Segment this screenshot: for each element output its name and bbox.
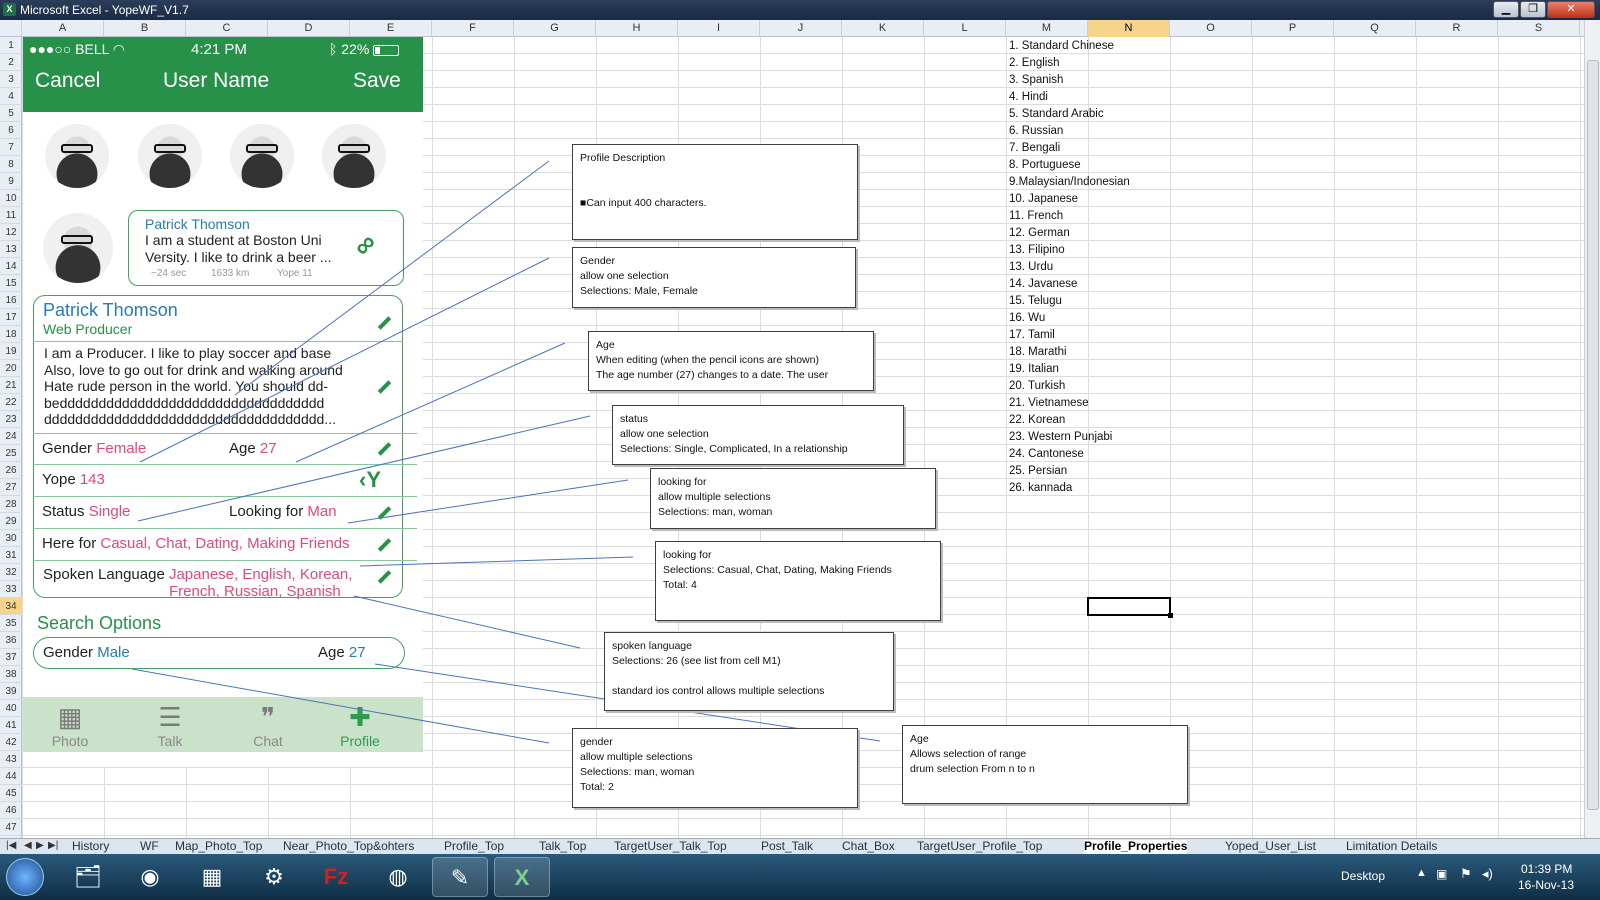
firefox-icon[interactable]: ◍ xyxy=(370,857,426,897)
note-profile-description: Profile Description ■Can input 400 charac… xyxy=(572,144,858,240)
excel-taskbar-icon[interactable]: X xyxy=(494,857,550,897)
sheet-tab[interactable]: Post_Talk xyxy=(761,840,813,854)
note-line: Gender xyxy=(580,255,616,267)
note-line: spoken language xyxy=(612,640,692,652)
chrome-icon[interactable]: ◉ xyxy=(122,857,178,897)
vertical-scrollbar[interactable] xyxy=(1584,20,1600,838)
note-line: status xyxy=(620,413,649,425)
note-spoken-language: spoken language Selections: 26 (see list … xyxy=(604,632,894,711)
note-line: Selections: man, woman xyxy=(658,506,773,518)
note-line: Total: 2 xyxy=(580,781,614,793)
note-age: Age When editing (when the pencil icons a… xyxy=(588,331,874,391)
connector-gender xyxy=(139,257,550,463)
sheet-tab[interactable]: WF xyxy=(140,840,159,854)
mockup-app-icon[interactable]: ✎ xyxy=(432,857,488,897)
note-line: allow multiple selections xyxy=(658,491,771,503)
note-here-for: looking for Selections: Casual, Chat, Dat… xyxy=(655,541,941,621)
tray-arrow-icon[interactable]: ▲ xyxy=(1416,867,1427,879)
note-line: The age number (27) changes to a date. T… xyxy=(596,369,829,381)
volume-icon[interactable]: ◂) xyxy=(1482,866,1493,882)
note-line: looking for xyxy=(663,549,712,561)
sheet-tab[interactable]: TargetUser_Talk_Top xyxy=(614,840,727,854)
note-line: allow multiple selections xyxy=(580,751,693,763)
note-line: Selections: Single, Complicated, In a re… xyxy=(620,443,848,455)
sheet-tab[interactable]: Profile_Top xyxy=(444,840,504,854)
scroll-thumb[interactable] xyxy=(1587,60,1599,810)
note-line: Age xyxy=(910,733,929,745)
settings-gear-icon[interactable]: ⚙ xyxy=(246,857,302,897)
connector-description xyxy=(234,160,550,396)
note-line: gender xyxy=(580,736,613,748)
sheet-tab[interactable]: History xyxy=(72,840,109,854)
note-line: looking for xyxy=(658,476,707,488)
windows-taskbar: 🗂 ◉ ▦ ⚙ Fz ◍ ✎ X Desktop ▲ ▣ ⚑ ◂) 01:39 … xyxy=(0,854,1600,900)
note-gender: Gender allow one selection Selections: Mal… xyxy=(572,247,856,308)
note-line: Selections: Casual, Chat, Dating, Making… xyxy=(663,564,892,576)
note-line: When editing (when the pencil icons are … xyxy=(596,354,819,366)
note-line: Selections: 26 (see list from cell M1) xyxy=(612,655,781,667)
connector-herefor xyxy=(359,556,634,567)
sheet-tab[interactable]: TargetUser_Profile_Top xyxy=(917,840,1042,854)
note-status: status allow one selection Selections: Sin… xyxy=(612,405,904,465)
connector-spoken xyxy=(353,595,581,649)
note-line: Total: 4 xyxy=(663,579,697,591)
note-line: Profile Description xyxy=(580,152,666,164)
network-icon[interactable]: ▣ xyxy=(1436,867,1447,881)
connector-age xyxy=(295,342,566,463)
note-search-age: Age Allows selection of range drum selecti… xyxy=(902,725,1188,804)
sheet-tab-bar: |◀ ◀ ▶ ▶| History WF Map_Photo_Top Near_Pho… xyxy=(0,838,1600,854)
sheet-tab[interactable]: Chat_Box xyxy=(842,840,895,854)
start-button[interactable] xyxy=(6,858,44,896)
note-line: Selections: Male, Female xyxy=(580,285,698,297)
sheet-tab[interactable]: Limitation Details xyxy=(1346,840,1437,854)
connector-looking xyxy=(347,479,629,524)
note-search-gender: gender allow multiple selections Selection… xyxy=(572,728,858,808)
note-line: Selections: man, woman xyxy=(580,766,695,778)
note-line: Allows selection of range xyxy=(910,748,1027,760)
note-line: drum selection From n to n xyxy=(910,763,1035,775)
sheet-tab[interactable]: Profile_Properties xyxy=(1084,840,1188,854)
explorer-icon[interactable]: 🗂 xyxy=(60,857,116,897)
sheet-tab[interactable]: Talk_Top xyxy=(539,840,586,854)
desktop-toolbar[interactable]: Desktop xyxy=(1341,869,1385,883)
clock-time[interactable]: 01:39 PM xyxy=(1521,862,1572,876)
filezilla-icon[interactable]: Fz xyxy=(308,857,364,897)
clock-date[interactable]: 16-Nov-13 xyxy=(1518,878,1574,892)
sheet-tab[interactable]: Map_Photo_Top xyxy=(175,840,262,854)
first-sheet-icon[interactable]: |◀ xyxy=(6,840,16,851)
prev-sheet-icon[interactable]: ◀ xyxy=(24,840,32,851)
apps-grid-icon[interactable]: ▦ xyxy=(184,857,240,897)
sheet-tab[interactable]: Near_Photo_Top&ohters xyxy=(283,840,414,854)
note-line: standard ios control allows multiple sel… xyxy=(612,685,825,697)
sheet-tab[interactable]: Yoped_User_List xyxy=(1225,840,1316,854)
note-line: ■Can input 400 characters. xyxy=(580,197,707,209)
last-sheet-icon[interactable]: ▶| xyxy=(48,840,58,851)
next-sheet-icon[interactable]: ▶ xyxy=(36,840,44,851)
connector-search-gender xyxy=(131,668,550,744)
action-center-icon[interactable]: ⚑ xyxy=(1460,866,1472,882)
note-line: Age xyxy=(596,339,615,351)
note-line: allow one selection xyxy=(580,270,669,282)
note-looking-for: looking for allow multiple selections Sele… xyxy=(650,468,936,529)
note-line: allow one selection xyxy=(620,428,709,440)
